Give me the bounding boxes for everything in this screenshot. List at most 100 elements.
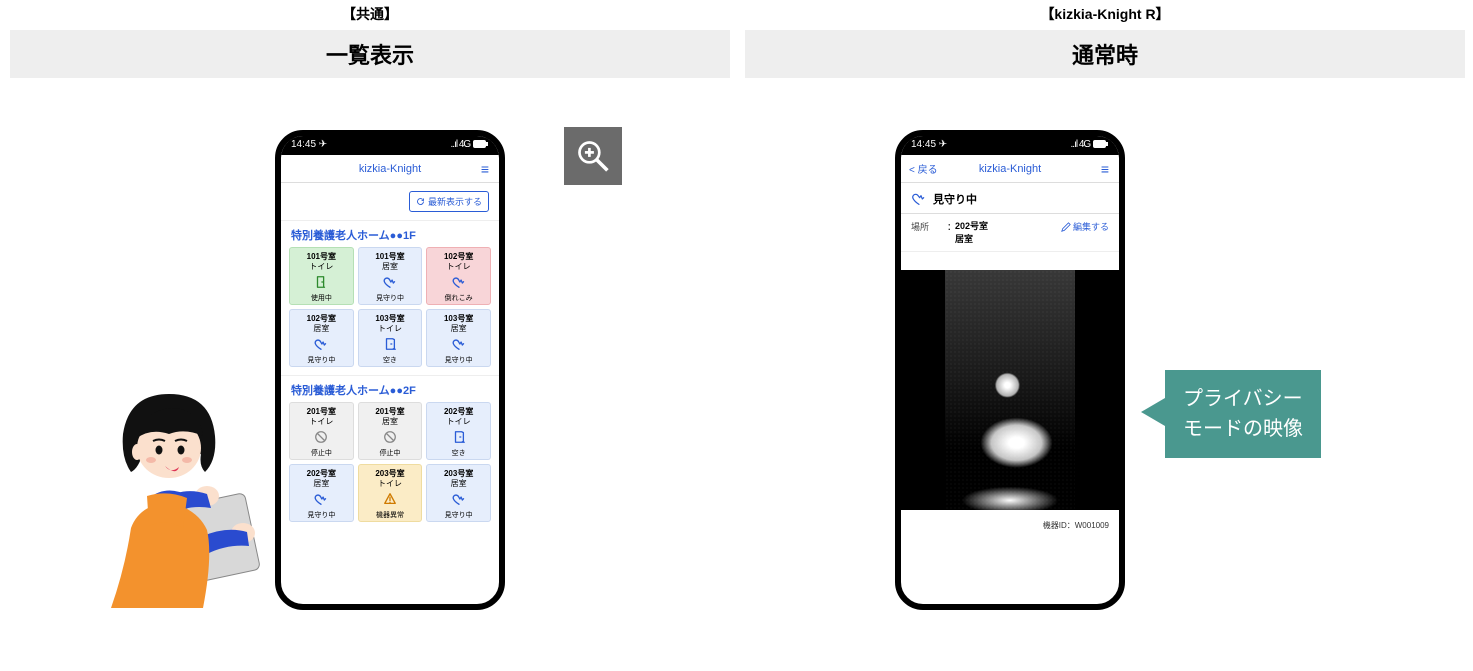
battery-icon bbox=[473, 140, 489, 149]
tile-room: 201号室 bbox=[375, 407, 404, 417]
room-tile[interactable]: 101号室トイレ使用中 bbox=[289, 247, 354, 305]
place-label: 場所 bbox=[911, 220, 947, 233]
tile-room: 202号室 bbox=[307, 469, 336, 479]
panel-common: 【共通】 一覧表示 bbox=[10, 4, 730, 78]
watch-status-header: 見守り中 bbox=[901, 183, 1119, 214]
tile-room: 201号室 bbox=[307, 407, 336, 417]
watch-status-text: 見守り中 bbox=[933, 191, 977, 207]
tile-status: 倒れこみ bbox=[445, 294, 473, 303]
floor-title: 特別養護老人ホーム●●2F bbox=[281, 375, 499, 402]
tile-status: 空き bbox=[383, 356, 397, 365]
refresh-button[interactable]: 最新表示する bbox=[409, 191, 489, 212]
tile-room: 103号室 bbox=[444, 314, 473, 324]
tile-status-icon bbox=[383, 430, 397, 447]
tile-type: 居室 bbox=[313, 479, 329, 489]
tile-status: 見守り中 bbox=[307, 511, 335, 520]
room-tile[interactable]: 101号室居室見守り中 bbox=[358, 247, 423, 305]
bracket-label-right: 【kizkia-Knight R】 bbox=[745, 4, 1465, 24]
tile-status-icon bbox=[383, 275, 397, 292]
room-tile[interactable]: 203号室トイレ機器異常 bbox=[358, 464, 423, 522]
room-tile[interactable]: 202号室居室見守り中 bbox=[289, 464, 354, 522]
tile-type: トイレ bbox=[378, 324, 402, 334]
status-right: ..ıl 4G bbox=[1071, 139, 1109, 150]
tile-status: 停止中 bbox=[379, 449, 400, 458]
phone-list: 14:45 ✈ ..ıl 4G kizkia-Knight ≡ 最新表示する 特… bbox=[275, 130, 505, 610]
room-tile[interactable]: 102号室居室見守り中 bbox=[289, 309, 354, 367]
back-button[interactable]: < 戻る bbox=[909, 161, 938, 176]
tile-status: 見守り中 bbox=[445, 356, 473, 365]
title-left: 一覧表示 bbox=[10, 30, 730, 78]
device-id: 機器ID：W001009 bbox=[901, 510, 1119, 531]
room-tile[interactable]: 103号室トイレ空き bbox=[358, 309, 423, 367]
zoom-plus-icon bbox=[575, 138, 611, 174]
tile-status-icon bbox=[314, 430, 328, 447]
hamburger-icon[interactable]: ≡ bbox=[481, 162, 489, 176]
tile-status-icon bbox=[452, 492, 466, 509]
room-tile[interactable]: 102号室トイレ倒れこみ bbox=[426, 247, 491, 305]
app-header: kizkia-Knight ≡ bbox=[281, 155, 499, 183]
tile-status: 見守り中 bbox=[376, 294, 404, 303]
title-right: 通常時 bbox=[745, 30, 1465, 78]
tile-status-icon bbox=[383, 492, 397, 509]
tile-status: 見守り中 bbox=[445, 511, 473, 520]
signal-icon: ..ıl 4G bbox=[451, 139, 471, 150]
bracket-label-left: 【共通】 bbox=[10, 4, 730, 24]
refresh-icon bbox=[416, 197, 425, 206]
phone-detail: 14:45 ✈ ..ıl 4G < 戻る kizkia-Knight ≡ 見守り… bbox=[895, 130, 1125, 610]
tile-room: 103号室 bbox=[375, 314, 404, 324]
tile-room: 102号室 bbox=[444, 252, 473, 262]
room-tile[interactable]: 103号室居室見守り中 bbox=[426, 309, 491, 367]
app-header: < 戻る kizkia-Knight ≡ bbox=[901, 155, 1119, 183]
pencil-icon bbox=[1061, 222, 1071, 232]
tile-room: 102号室 bbox=[307, 314, 336, 324]
tile-type: 居室 bbox=[382, 417, 398, 427]
zoom-button[interactable] bbox=[564, 127, 622, 185]
place-value: 202号室 居室 bbox=[955, 220, 1061, 245]
privacy-video bbox=[901, 270, 1119, 510]
heart-watch-icon bbox=[911, 191, 927, 207]
room-tile[interactable]: 201号室居室停止中 bbox=[358, 402, 423, 460]
tile-status-icon bbox=[314, 275, 328, 292]
tile-type: 居室 bbox=[313, 324, 329, 334]
refresh-label: 最新表示する bbox=[428, 195, 482, 208]
tile-type: 居室 bbox=[382, 262, 398, 272]
tile-type: トイレ bbox=[309, 262, 333, 272]
thermal-image bbox=[945, 270, 1075, 510]
tile-type: 居室 bbox=[451, 324, 467, 334]
tile-status-icon bbox=[383, 337, 397, 354]
panel-variant: 【kizkia-Knight R】 通常時 bbox=[745, 4, 1465, 78]
battery-icon bbox=[1093, 140, 1109, 149]
room-grid: 101号室トイレ使用中101号室居室見守り中102号室トイレ倒れこみ102号室居… bbox=[281, 247, 499, 375]
tile-room: 202号室 bbox=[444, 407, 473, 417]
edit-button[interactable]: 編集する bbox=[1061, 220, 1109, 233]
room-tile[interactable]: 203号室居室見守り中 bbox=[426, 464, 491, 522]
status-right: ..ıl 4G bbox=[451, 139, 489, 150]
signal-icon: ..ıl 4G bbox=[1071, 139, 1091, 150]
app-title: kizkia-Knight bbox=[359, 163, 421, 175]
tile-status: 機器異常 bbox=[376, 511, 404, 520]
tile-type: トイレ bbox=[447, 417, 471, 427]
tile-type: トイレ bbox=[309, 417, 333, 427]
hamburger-icon[interactable]: ≡ bbox=[1101, 162, 1109, 176]
app-title: kizkia-Knight bbox=[979, 163, 1041, 175]
tile-status-icon bbox=[452, 337, 466, 354]
nurse-illustration bbox=[75, 378, 265, 618]
status-time: 14:45 ✈ bbox=[291, 139, 327, 150]
tile-status-icon bbox=[314, 337, 328, 354]
tile-room: 101号室 bbox=[375, 252, 404, 262]
tile-status-icon bbox=[314, 492, 328, 509]
floor-title: 特別養護老人ホーム●●1F bbox=[281, 220, 499, 247]
tile-type: トイレ bbox=[378, 479, 402, 489]
place-row: 場所 ： 202号室 居室 編集する bbox=[901, 214, 1119, 252]
tile-room: 203号室 bbox=[444, 469, 473, 479]
room-tile[interactable]: 201号室トイレ停止中 bbox=[289, 402, 354, 460]
tile-room: 203号室 bbox=[375, 469, 404, 479]
status-bar: 14:45 ✈ ..ıl 4G bbox=[281, 136, 499, 155]
tile-status-icon bbox=[452, 275, 466, 292]
tile-status: 停止中 bbox=[311, 449, 332, 458]
tile-status: 空き bbox=[452, 449, 466, 458]
room-tile[interactable]: 202号室トイレ空き bbox=[426, 402, 491, 460]
status-time: 14:45 ✈ bbox=[911, 139, 947, 150]
room-grid: 201号室トイレ停止中201号室居室停止中202号室トイレ空き202号室居室見守… bbox=[281, 402, 499, 530]
status-bar: 14:45 ✈ ..ıl 4G bbox=[901, 136, 1119, 155]
